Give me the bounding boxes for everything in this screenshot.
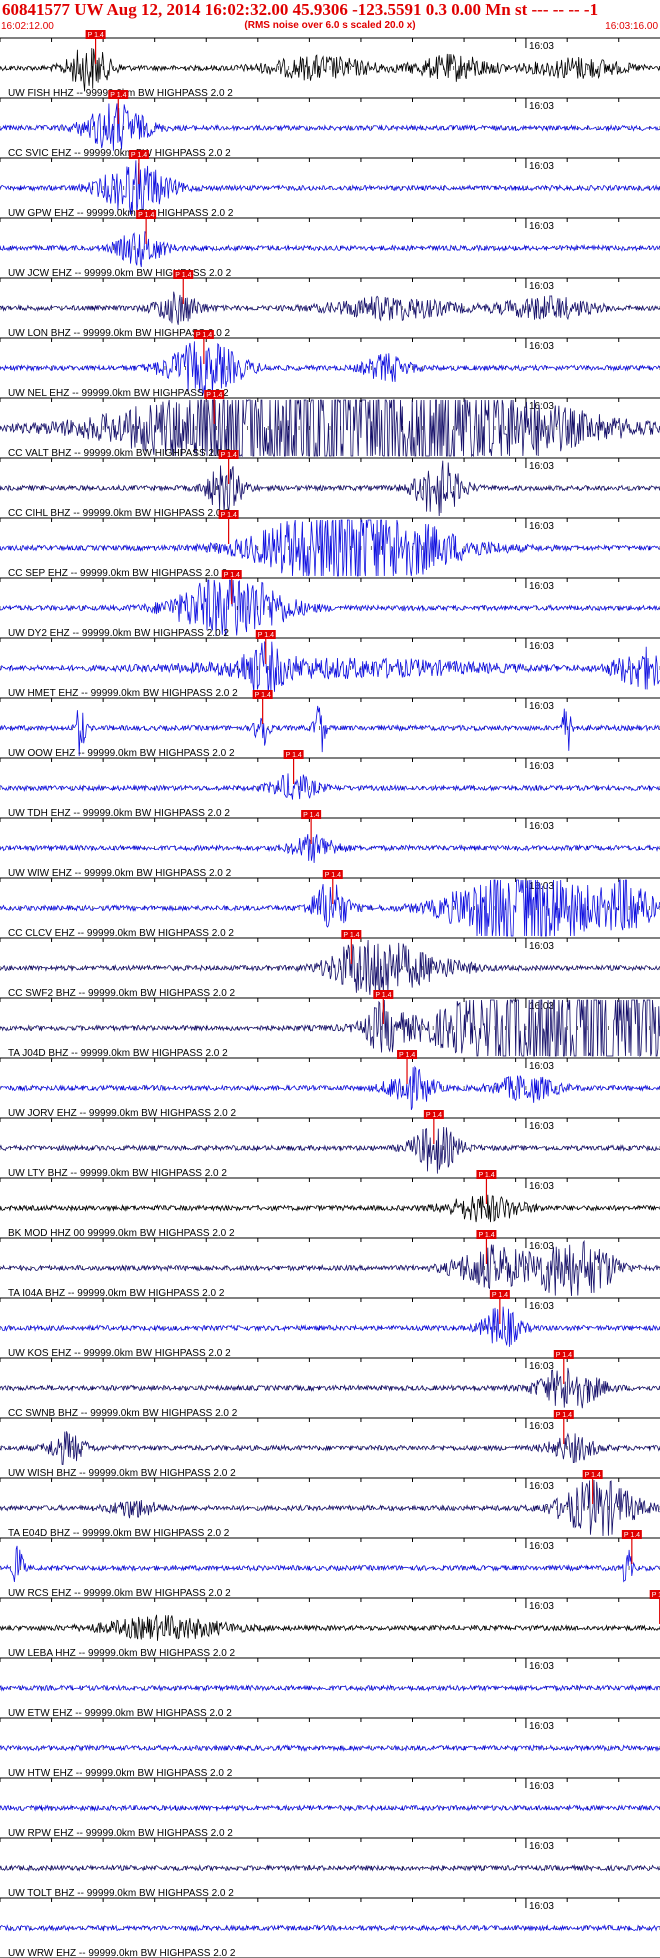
minute-label: 16:03 xyxy=(529,761,554,772)
pick-label: P 1.4 xyxy=(399,1052,415,1059)
trace-label: UW TOLT BHZ -- 99999.0km BW HIGHPASS 2.0… xyxy=(8,1888,234,1899)
trace-label: UW RPW EHZ -- 99999.0km BW HIGHPASS 2.0 … xyxy=(8,1828,233,1839)
trace-label: CC CLCV EHZ -- 99999.0km BW HIGHPASS 2.0… xyxy=(8,928,234,939)
trace-label: UW LTY BHZ -- 99999.0km BW HIGHPASS 2.0 … xyxy=(8,1168,227,1179)
minute-label: 16:03 xyxy=(529,1781,554,1792)
pick-label: P 1.4 xyxy=(585,1472,601,1479)
trace-label: CC SEP EHZ -- 99999.0km BW HIGHPASS 2.0 … xyxy=(8,568,228,579)
minute-label: 16:03 xyxy=(529,1481,554,1492)
trace-label: UW HTW EHZ -- 99999.0km BW HIGHPASS 2.0 … xyxy=(8,1768,233,1779)
trace-label: UW NEL EHZ -- 99999.0km BW HIGHPASS 2.0 … xyxy=(8,388,229,399)
pick-label: P 1.4 xyxy=(175,272,191,279)
minute-label: 16:03 xyxy=(529,221,554,232)
minute-label: 16:03 xyxy=(529,1901,554,1912)
minute-label: 16:03 xyxy=(529,1301,554,1312)
trace-label: BK MOD HHZ 00 99999.0km BW HIGHPASS 2.0 … xyxy=(8,1228,235,1239)
trace-label: UW JORV EHZ -- 99999.0km BW HIGHPASS 2.0… xyxy=(8,1108,236,1119)
pick-label: P 1.4 xyxy=(88,32,104,39)
minute-label: 16:03 xyxy=(529,401,554,412)
pick-label: P 1.4 xyxy=(426,1112,442,1119)
minute-label: 16:03 xyxy=(529,881,554,892)
pick-label: P 1.4 xyxy=(624,1532,640,1539)
minute-label: 16:03 xyxy=(529,341,554,352)
pick-label: P 1.4 xyxy=(492,1292,508,1299)
minute-label: 16:03 xyxy=(529,1361,554,1372)
pick-label: P 1.4 xyxy=(652,1592,660,1599)
minute-label: 16:03 xyxy=(529,161,554,172)
minute-label: 16:03 xyxy=(529,1241,554,1252)
minute-label: 16:03 xyxy=(529,1061,554,1072)
pick-label: P 1.4 xyxy=(255,692,271,699)
minute-label: 16:03 xyxy=(529,1421,554,1432)
trace-label: CC SWF2 BHZ -- 99999.0km BW HIGHPASS 2.0… xyxy=(8,988,236,999)
pick-label: P 1.4 xyxy=(221,512,237,519)
trace-label: TA I04A BHZ -- 99999.0km BW HIGHPASS 2.0… xyxy=(8,1288,225,1299)
minute-label: 16:03 xyxy=(529,1121,554,1132)
trace-label: UW KOS EHZ -- 99999.0km BW HIGHPASS 2.0 … xyxy=(8,1348,231,1359)
trace-label: UW HMET EHZ -- 99999.0km BW HIGHPASS 2.0… xyxy=(8,688,238,699)
minute-label: 16:03 xyxy=(529,1661,554,1672)
pick-label: P 1.4 xyxy=(286,752,302,759)
trace-label: TA E04D BHZ -- 99999.0km BW HIGHPASS 2.0… xyxy=(8,1528,230,1539)
minute-label: 16:03 xyxy=(529,101,554,112)
minute-label: 16:03 xyxy=(529,701,554,712)
minute-label: 16:03 xyxy=(529,1181,554,1192)
minute-label: 16:03 xyxy=(529,1601,554,1612)
waveform xyxy=(0,939,660,995)
pick-label: P 1.4 xyxy=(478,1232,494,1239)
trace-label: CC SWNB BHZ -- 99999.0km BW HIGHPASS 2.0… xyxy=(8,1408,238,1419)
minute-label: 16:03 xyxy=(529,521,554,532)
trace-label: UW WRW EHZ -- 99999.0km BW HIGHPASS 2.0 … xyxy=(8,1948,236,1958)
waveform xyxy=(0,103,660,151)
minute-label: 16:03 xyxy=(529,941,554,952)
trace-label: UW RCS EHZ -- 99999.0km BW HIGHPASS 2.0 … xyxy=(8,1588,231,1599)
trace-label: UW LEBA HHZ -- 99999.0km BW HIGHPASS 2.0… xyxy=(8,1648,236,1659)
minute-label: 16:03 xyxy=(529,1841,554,1852)
pick-label: P 1.4 xyxy=(478,1172,494,1179)
pick-label: P 1.4 xyxy=(556,1412,572,1419)
trace-label: CC SVIC EHZ -- 99999.0km BW HIGHPASS 2.0… xyxy=(8,148,231,159)
pick-label: P 1.4 xyxy=(343,932,359,939)
trace-label: UW TDH EHZ -- 99999.0km BW HIGHPASS 2.0 … xyxy=(8,808,230,819)
minute-label: 16:03 xyxy=(529,41,554,52)
pick-label: P 1.4 xyxy=(325,872,341,879)
pick-label: P 1.4 xyxy=(110,92,126,99)
trace-label: UW DY2 EHZ -- 99999.0km BW HIGHPASS 2.0 … xyxy=(8,628,229,639)
waveform xyxy=(0,773,660,800)
trace-label: TA J04D BHZ -- 99999.0km BW HIGHPASS 2.0… xyxy=(8,1048,228,1059)
pick-label: P 1.4 xyxy=(556,1352,572,1359)
trace-label: UW WIW EHZ -- 99999.0km BW HIGHPASS 2.0 … xyxy=(8,868,232,879)
minute-label: 16:03 xyxy=(529,821,554,832)
minute-label: 16:03 xyxy=(529,641,554,652)
trace-label: UW OOW EHZ -- 99999.0km BW HIGHPASS 2.0 … xyxy=(8,748,235,759)
minute-label: 16:03 xyxy=(529,1541,554,1552)
pick-label: P 1.4 xyxy=(131,152,147,159)
waveform xyxy=(0,1126,660,1174)
pick-label: P 1.4 xyxy=(138,212,154,219)
seismogram-plot: 16:03UW FISH HHZ -- 99999.0km BW HIGHPAS… xyxy=(0,30,660,1958)
pick-label: P 1.4 xyxy=(196,332,212,339)
trace-label: CC CIHL BHZ -- 99999.0km BW HIGHPASS 2.0… xyxy=(8,508,230,519)
waveform xyxy=(0,1367,660,1409)
trace-label: CC VALT BHZ -- 99999.0km BW HIGHPASS 2.0… xyxy=(8,448,231,459)
waveform xyxy=(0,1065,660,1111)
trace-label: UW WISH BHZ -- 99999.0km BW HIGHPASS 2.0… xyxy=(8,1468,236,1479)
trace-label: UW GPW EHZ -- 99999.0km BW HIGHPASS 2.0 … xyxy=(8,208,234,219)
trace-label: UW ETW EHZ -- 99999.0km BW HIGHPASS 2.0 … xyxy=(8,1708,232,1719)
waveform xyxy=(0,1545,660,1583)
minute-label: 16:03 xyxy=(529,581,554,592)
pick-label: P 1.4 xyxy=(224,572,240,579)
trace-label: UW JCW EHZ -- 99999.0km BW HIGHPASS 2.0 … xyxy=(8,268,232,279)
pick-label: P 1.4 xyxy=(375,992,391,999)
pick-label: P 1.4 xyxy=(206,392,222,399)
minute-label: 16:03 xyxy=(529,1721,554,1732)
waveform xyxy=(0,1431,660,1465)
pick-label: P 1.4 xyxy=(258,632,274,639)
minute-label: 16:03 xyxy=(529,281,554,292)
pick-label: P 1.4 xyxy=(303,812,319,819)
pick-label: P 1.4 xyxy=(221,452,237,459)
minute-label: 16:03 xyxy=(529,461,554,472)
